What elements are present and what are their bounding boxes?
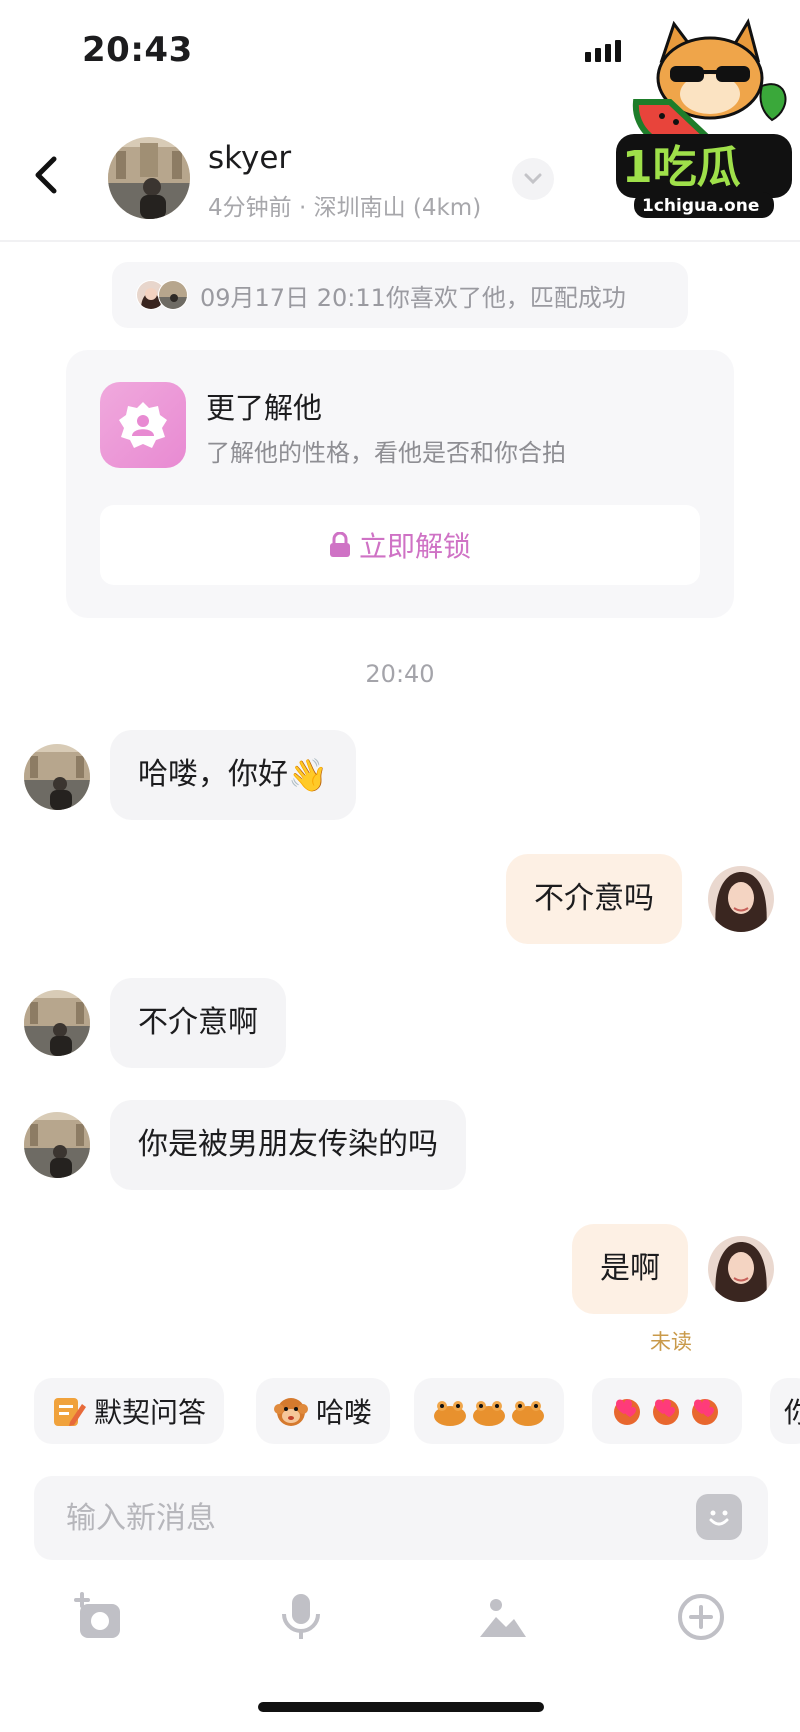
match-notice-text: 09月17日 20:11你喜欢了他，匹配成功 bbox=[200, 283, 626, 312]
back-button[interactable] bbox=[30, 155, 64, 195]
time-separator: 20:40 bbox=[365, 660, 435, 688]
chevron-down-icon bbox=[524, 173, 542, 185]
toad-sticker-icon bbox=[434, 1401, 544, 1426]
match-notice: 09月17日 20:11你喜欢了他，匹配成功 bbox=[112, 262, 688, 328]
message-text: 不介意啊 bbox=[138, 1005, 258, 1040]
message-text: 哈喽，你好 bbox=[138, 757, 288, 792]
card-subtitle: 了解他的性格，看他是否和你合拍 bbox=[206, 439, 566, 467]
contact-avatar-small[interactable] bbox=[24, 1112, 90, 1178]
match-avatars bbox=[136, 280, 188, 310]
quick-reply-quiz[interactable]: 默契问答 bbox=[34, 1378, 225, 1444]
lock-icon bbox=[329, 532, 350, 557]
message-bubble-incoming[interactable]: 不介意啊 bbox=[110, 978, 286, 1068]
quick-reply-partial[interactable]: 你 bbox=[770, 1378, 800, 1444]
contact-avatar[interactable] bbox=[108, 137, 190, 219]
message-bubble-incoming[interactable]: 你是被男朋友传染的吗 bbox=[110, 1100, 466, 1190]
watermark-brand: 1吃瓜 bbox=[622, 142, 741, 193]
profile-dropdown-button[interactable] bbox=[512, 158, 554, 200]
quick-reply-hearts[interactable] bbox=[592, 1378, 742, 1444]
chevron-left-icon bbox=[35, 156, 57, 194]
plus-circle-icon bbox=[678, 1594, 724, 1640]
quick-reply-toads[interactable] bbox=[414, 1378, 564, 1444]
voice-button[interactable] bbox=[274, 1590, 328, 1644]
message-input[interactable] bbox=[34, 1476, 698, 1560]
image-icon bbox=[480, 1599, 526, 1637]
quick-reply-label: 你 bbox=[784, 1396, 800, 1429]
my-avatar[interactable] bbox=[708, 866, 774, 932]
more-button[interactable] bbox=[674, 1590, 728, 1644]
card-title: 更了解他 bbox=[206, 391, 323, 425]
contact-avatar-small[interactable] bbox=[24, 744, 90, 810]
badge-user-icon bbox=[100, 382, 186, 468]
mic-icon bbox=[282, 1594, 320, 1639]
camera-icon bbox=[74, 1592, 120, 1638]
watermark-logo: 1吃瓜 1chigua.one bbox=[612, 16, 796, 222]
message-input-box bbox=[34, 1476, 768, 1560]
unlock-button-label: 立即解锁 bbox=[358, 530, 471, 563]
message-text: 你是被男朋友传染的吗 bbox=[138, 1127, 438, 1162]
message-bubble-outgoing[interactable]: 不介意吗 bbox=[506, 854, 682, 944]
status-time: 20:43 bbox=[82, 30, 193, 70]
unlock-button[interactable]: 立即解锁 bbox=[100, 505, 700, 585]
message-bubble-outgoing[interactable]: 是啊 bbox=[572, 1224, 688, 1314]
image-button[interactable] bbox=[476, 1590, 530, 1644]
watermark-domain: 1chigua.one bbox=[642, 196, 759, 216]
emoji-button[interactable] bbox=[696, 1494, 742, 1540]
heart-face-sticker-icon bbox=[614, 1399, 718, 1425]
message-bubble-incoming[interactable]: 哈喽，你好 👋 bbox=[110, 730, 356, 820]
header-divider bbox=[0, 240, 800, 242]
message-text: 是啊 bbox=[600, 1251, 660, 1286]
contact-name: skyer bbox=[208, 140, 292, 176]
smiley-icon bbox=[709, 1510, 729, 1526]
wave-emoji: 👋 bbox=[288, 756, 328, 794]
note-pencil-icon bbox=[52, 1394, 86, 1428]
message-text: 不介意吗 bbox=[534, 881, 654, 916]
camera-button[interactable] bbox=[72, 1590, 126, 1644]
quick-reply-hello[interactable]: 哈喽 bbox=[256, 1378, 391, 1444]
contact-avatar-small[interactable] bbox=[24, 990, 90, 1056]
home-indicator[interactable] bbox=[258, 1702, 544, 1712]
avatar bbox=[158, 280, 188, 310]
contact-status: 4分钟前 · 深圳南山 (4km) bbox=[208, 195, 482, 221]
unread-status: 未读 bbox=[650, 1330, 692, 1354]
my-avatar[interactable] bbox=[708, 1236, 774, 1302]
quick-reply-label: 哈喽 bbox=[316, 1396, 373, 1429]
monkey-sticker-icon bbox=[274, 1394, 308, 1428]
quick-reply-label: 默契问答 bbox=[94, 1396, 207, 1429]
